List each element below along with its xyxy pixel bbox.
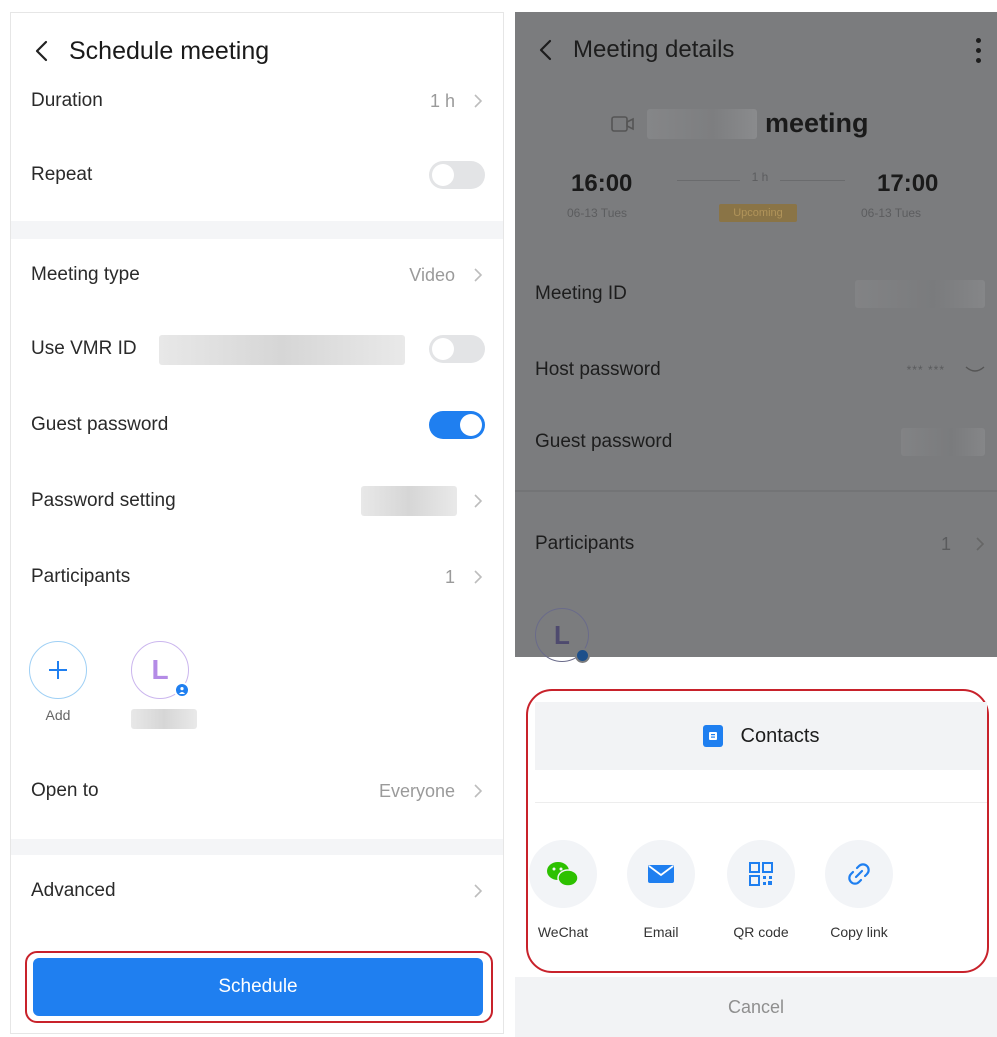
participants-row[interactable]: Participants 1: [535, 524, 985, 564]
redacted-guest-password: [901, 428, 985, 456]
user-badge-icon: [575, 648, 590, 663]
user-badge-icon: [174, 682, 190, 698]
add-participant-button[interactable]: [29, 641, 87, 699]
guest-password-row: Guest password: [11, 403, 503, 447]
share-option-label: QR code: [733, 924, 789, 940]
plus-icon: [49, 661, 67, 679]
schedule-meeting-screen: Schedule meeting Duration 1 h Repeat Mee…: [10, 12, 504, 1034]
redacted-meeting-id: [855, 280, 985, 308]
status-badge: Upcoming: [719, 204, 797, 222]
qr-code-icon: [727, 840, 795, 908]
duration-row[interactable]: Duration 1 h: [11, 79, 503, 123]
guest-password-toggle[interactable]: [429, 411, 485, 439]
meeting-type-value: Video: [409, 264, 455, 285]
page-title: Schedule meeting: [69, 36, 270, 65]
start-time: 16:00: [571, 170, 633, 197]
share-option-label: Copy link: [830, 924, 888, 940]
contacts-button[interactable]: Contacts: [535, 702, 987, 770]
chevron-right-icon: [471, 781, 485, 801]
use-vmr-label: Use VMR ID: [31, 338, 137, 359]
redacted-participant-name: [131, 709, 197, 729]
sheet-divider: [535, 802, 987, 803]
section-divider: [11, 839, 503, 855]
participants-count: 1: [444, 566, 455, 587]
duration-value: 1 h: [429, 90, 455, 111]
section-divider: [515, 490, 997, 492]
email-icon: [627, 840, 695, 908]
video-camera-icon: [611, 115, 634, 132]
participants-label: Participants: [31, 566, 131, 587]
participant-avatar[interactable]: L: [535, 608, 590, 663]
password-setting-label: Password setting: [31, 490, 176, 511]
contacts-label: Contacts: [740, 724, 820, 747]
host-password-masked: *** ***: [906, 363, 945, 377]
guest-password-row: Guest password: [535, 422, 985, 462]
redacted-password: [361, 486, 457, 516]
schedule-highlight: Schedule: [25, 951, 493, 1023]
open-to-row[interactable]: Open to Everyone: [11, 769, 503, 813]
share-qr-code-button[interactable]: QR code: [725, 840, 797, 940]
participant-avatar[interactable]: L: [131, 641, 190, 699]
cancel-label: Cancel: [727, 996, 785, 1017]
eye-closed-icon[interactable]: [965, 365, 985, 375]
back-arrow-icon[interactable]: [525, 30, 565, 70]
guest-password-label: Guest password: [535, 431, 673, 452]
meeting-details-screen: Meeting details meeting 16:00 06-13 Tues…: [515, 12, 997, 1037]
meeting-type-row[interactable]: Meeting type Video: [11, 253, 503, 297]
use-vmr-toggle[interactable]: [429, 335, 485, 363]
password-setting-row[interactable]: Password setting: [11, 479, 503, 523]
chevron-right-icon: [471, 91, 485, 111]
meeting-id-label: Meeting ID: [535, 283, 627, 304]
wechat-icon: [529, 840, 597, 908]
participants-row[interactable]: Participants 1: [11, 555, 503, 599]
share-email-button[interactable]: Email: [625, 840, 697, 940]
schedule-button[interactable]: Schedule: [33, 958, 483, 1016]
redacted-vmr-id: [159, 335, 405, 365]
back-arrow-icon[interactable]: [21, 31, 61, 71]
host-password-row: Host password *** ***: [535, 350, 985, 390]
page-title: Meeting details: [573, 36, 735, 63]
redacted-meeting-name: [647, 108, 757, 139]
header: Meeting details: [515, 30, 997, 70]
chevron-right-icon: [471, 265, 485, 285]
meeting-id-row: Meeting ID: [535, 274, 985, 314]
repeat-toggle[interactable]: [429, 161, 485, 189]
chevron-right-icon: [976, 537, 985, 551]
cancel-button[interactable]: Cancel: [515, 977, 997, 1037]
open-to-label: Open to: [31, 780, 99, 801]
contacts-icon: [702, 725, 723, 747]
header: Schedule meeting: [11, 31, 269, 71]
share-copy-link-button[interactable]: Copy link: [823, 840, 895, 940]
participants-label: Participants: [535, 533, 635, 554]
repeat-row: Repeat: [11, 153, 503, 197]
share-wechat-button[interactable]: WeChat: [527, 840, 599, 940]
more-options-icon[interactable]: [973, 35, 983, 65]
use-vmr-row: Use VMR ID: [11, 327, 503, 371]
avatar-initial: L: [554, 619, 570, 650]
participants-count: 1: [940, 533, 951, 554]
chevron-right-icon: [471, 567, 485, 587]
link-icon: [825, 840, 893, 908]
avatar-initial: L: [151, 654, 169, 685]
advanced-row[interactable]: Advanced: [11, 869, 503, 913]
repeat-label: Repeat: [31, 164, 93, 185]
share-option-label: WeChat: [537, 924, 589, 940]
start-date: 06-13 Tues: [567, 206, 628, 220]
meeting-title: meeting: [611, 108, 869, 139]
section-divider: [11, 221, 503, 239]
guest-password-label: Guest password: [31, 414, 169, 435]
chevron-right-icon: [471, 491, 485, 511]
end-time: 17:00: [877, 170, 939, 197]
end-date: 06-13 Tues: [861, 206, 922, 220]
share-option-label: Email: [643, 924, 679, 940]
host-password-label: Host password: [535, 359, 661, 380]
meeting-type-label: Meeting type: [31, 264, 140, 285]
duration-label: 1 h: [740, 170, 780, 184]
chevron-right-icon: [471, 881, 485, 901]
duration-label: Duration: [31, 90, 103, 111]
add-label: Add: [45, 707, 71, 723]
meeting-word: meeting: [765, 108, 869, 138]
advanced-label: Advanced: [31, 880, 116, 901]
open-to-value: Everyone: [378, 780, 455, 801]
